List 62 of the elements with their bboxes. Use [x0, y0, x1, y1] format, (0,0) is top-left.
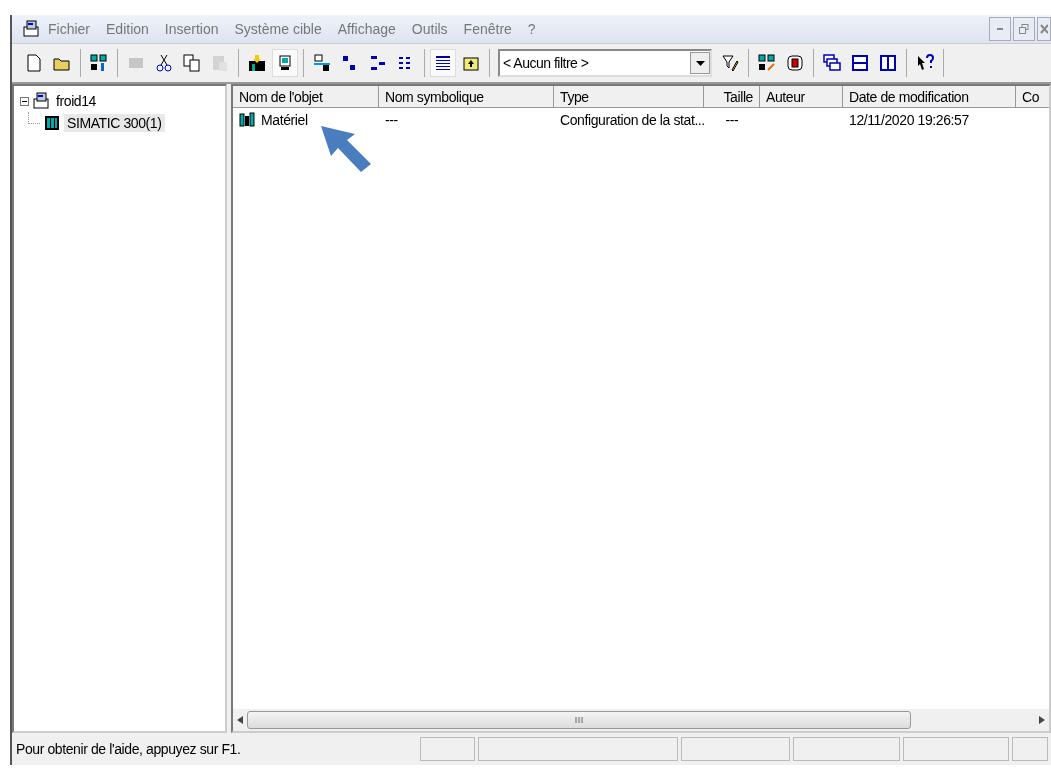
network-edit-icon — [758, 54, 776, 72]
filter-icon — [721, 54, 739, 72]
minimize-button[interactable] — [989, 17, 1011, 41]
scroll-right-icon[interactable] — [1039, 716, 1045, 724]
paste-icon — [211, 54, 229, 72]
menu-item[interactable]: Système cible — [226, 21, 330, 37]
column-header[interactable]: Taille — [704, 86, 760, 108]
tree-item[interactable]: froid14 — [53, 92, 99, 110]
menu-item[interactable]: Fichier — [40, 21, 98, 37]
restore-button[interactable] — [1013, 17, 1035, 41]
small-icons-icon — [369, 54, 387, 72]
table-cell[interactable]: Matériel — [261, 112, 308, 128]
pointer-arrow — [321, 126, 373, 174]
copy-icon — [183, 54, 201, 72]
table-cell: --- — [385, 112, 398, 128]
column-header[interactable]: Type — [554, 86, 704, 108]
minimize-icon — [997, 28, 1003, 30]
download-icon — [248, 54, 266, 72]
toolbar-button[interactable] — [272, 49, 298, 77]
menu-item[interactable]: Outils — [403, 21, 456, 37]
collapse-icon[interactable] — [20, 96, 29, 106]
menu-item[interactable]: Insertion — [156, 21, 227, 37]
project-icon — [32, 92, 50, 110]
hardware-icon — [239, 111, 257, 129]
menu-item[interactable]: Affichage — [329, 21, 404, 37]
close-icon — [1040, 24, 1048, 34]
column-header[interactable]: Auteur — [760, 86, 843, 108]
column-header[interactable]: Nom symbolique — [379, 86, 554, 108]
tile-vertical-icon — [879, 54, 897, 72]
status-panel — [419, 737, 476, 761]
monitor-icon — [276, 54, 294, 72]
status-panel — [1012, 737, 1048, 761]
close-button[interactable] — [1037, 17, 1051, 41]
toolbar-button[interactable] — [430, 49, 456, 77]
new-document-icon — [25, 54, 43, 72]
scrollbar-thumb[interactable] — [247, 711, 911, 729]
status-text: Pour obtenir de l'aide, appuyez sur F1. — [15, 741, 242, 757]
details-icon — [434, 54, 452, 72]
dropdown-arrow-icon — [695, 60, 705, 66]
menu-item[interactable]: Edition — [98, 21, 157, 37]
tile-horizontal-icon — [851, 54, 869, 72]
scroll-left-icon[interactable] — [237, 716, 243, 724]
app-icon — [22, 20, 40, 38]
node-icon — [313, 54, 331, 72]
table-cell: --- — [725, 112, 739, 128]
cut-icon — [155, 54, 173, 72]
column-header[interactable]: Date de modification — [843, 86, 1016, 108]
help-pointer-icon — [916, 54, 934, 72]
module-icon — [786, 54, 804, 72]
table-cell: Configuration de la stat... — [560, 112, 705, 128]
up-folder-icon — [462, 54, 480, 72]
restore-icon — [1019, 24, 1029, 34]
column-header[interactable]: Co — [1016, 86, 1049, 108]
column-header[interactable]: Nom de l'objet — [233, 86, 379, 108]
rack-icon — [43, 114, 61, 132]
menu-item[interactable]: Fenêtre — [455, 21, 520, 37]
cascade-icon — [823, 54, 841, 72]
tree-item[interactable]: SIMATIC 300(1) — [64, 114, 165, 132]
network-icon — [90, 54, 108, 72]
table-cell: 12/11/2020 19:26:57 — [849, 112, 969, 128]
menu-item[interactable]: ? — [519, 21, 544, 37]
filter-dropdown[interactable]: < Aucun filtre > — [498, 49, 712, 77]
